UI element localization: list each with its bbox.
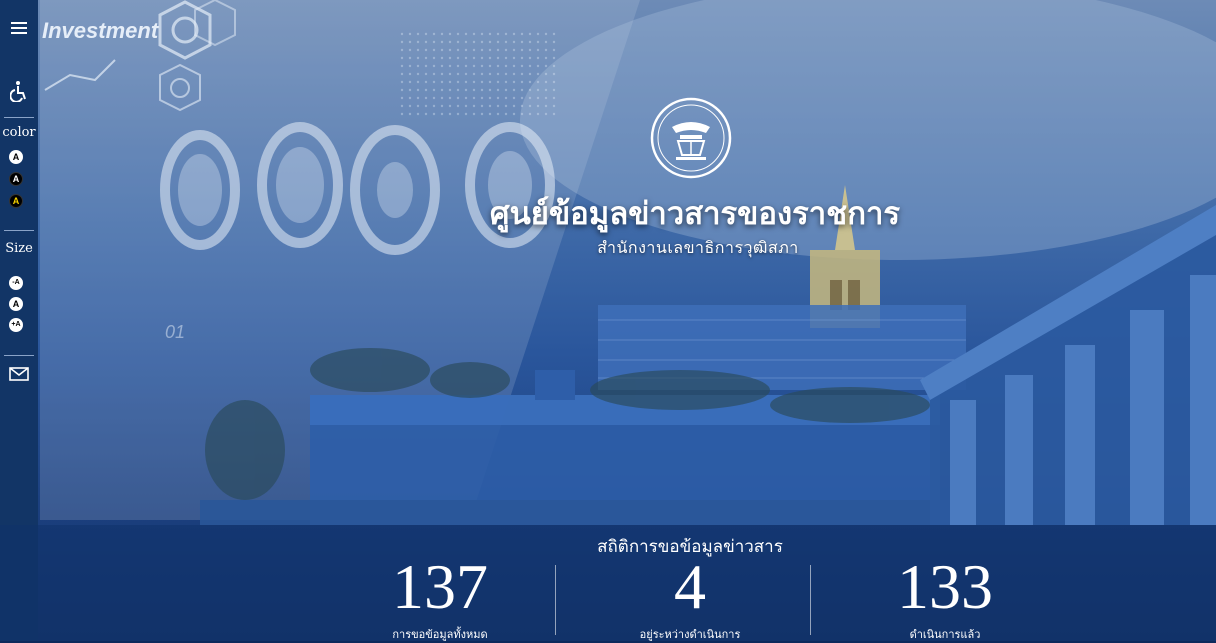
sidebar-divider <box>4 230 34 231</box>
statistics-section: สถิติการขอข้อมูลข่าวสาร 137 การขอข้อมูลท… <box>0 525 1216 641</box>
stat-completed: 133 ดำเนินการแล้ว <box>845 555 1045 643</box>
sidebar-divider <box>4 355 34 356</box>
stat-value: 133 <box>897 551 993 622</box>
font-decrease-button[interactable]: -A <box>9 276 23 290</box>
font-increase-button[interactable]: +A <box>9 318 23 332</box>
menu-icon[interactable] <box>0 20 38 39</box>
stat-label: การขอข้อมูลทั้งหมด <box>392 628 488 641</box>
stat-in-progress: 4 อยู่ระหว่างดำเนินการ <box>590 555 790 643</box>
stat-divider <box>810 565 811 635</box>
wheelchair-accessibility-icon[interactable] <box>0 80 38 106</box>
stat-value: 137 <box>392 551 488 622</box>
stat-label: ดำเนินการแล้ว <box>909 628 981 641</box>
stat-total-requests: 137 การขอข้อมูลทั้งหมด <box>340 555 540 643</box>
investment-text: Investment <box>42 18 160 43</box>
stat-value: 4 <box>674 551 706 622</box>
chart-number-text: 01 <box>165 322 185 342</box>
color-dark-button[interactable]: A <box>9 172 23 186</box>
mail-icon[interactable] <box>0 366 38 385</box>
size-label: Size <box>5 241 33 256</box>
color-label: color <box>2 125 36 140</box>
sidebar-divider <box>4 117 34 118</box>
stat-divider <box>555 565 556 635</box>
stat-label: อยู่ระหว่างดำเนินการ <box>639 628 741 641</box>
senate-emblem-logo <box>650 97 732 179</box>
page-title: ศูนย์ข้อมูลข่าวสารของราชการ <box>489 196 901 232</box>
color-high-contrast-button[interactable]: A <box>9 194 23 208</box>
font-normal-button[interactable]: A <box>9 297 23 311</box>
page-subtitle: สำนักงานเลขาธิการวุฒิสภา <box>597 238 799 257</box>
color-default-button[interactable]: A <box>9 150 23 164</box>
